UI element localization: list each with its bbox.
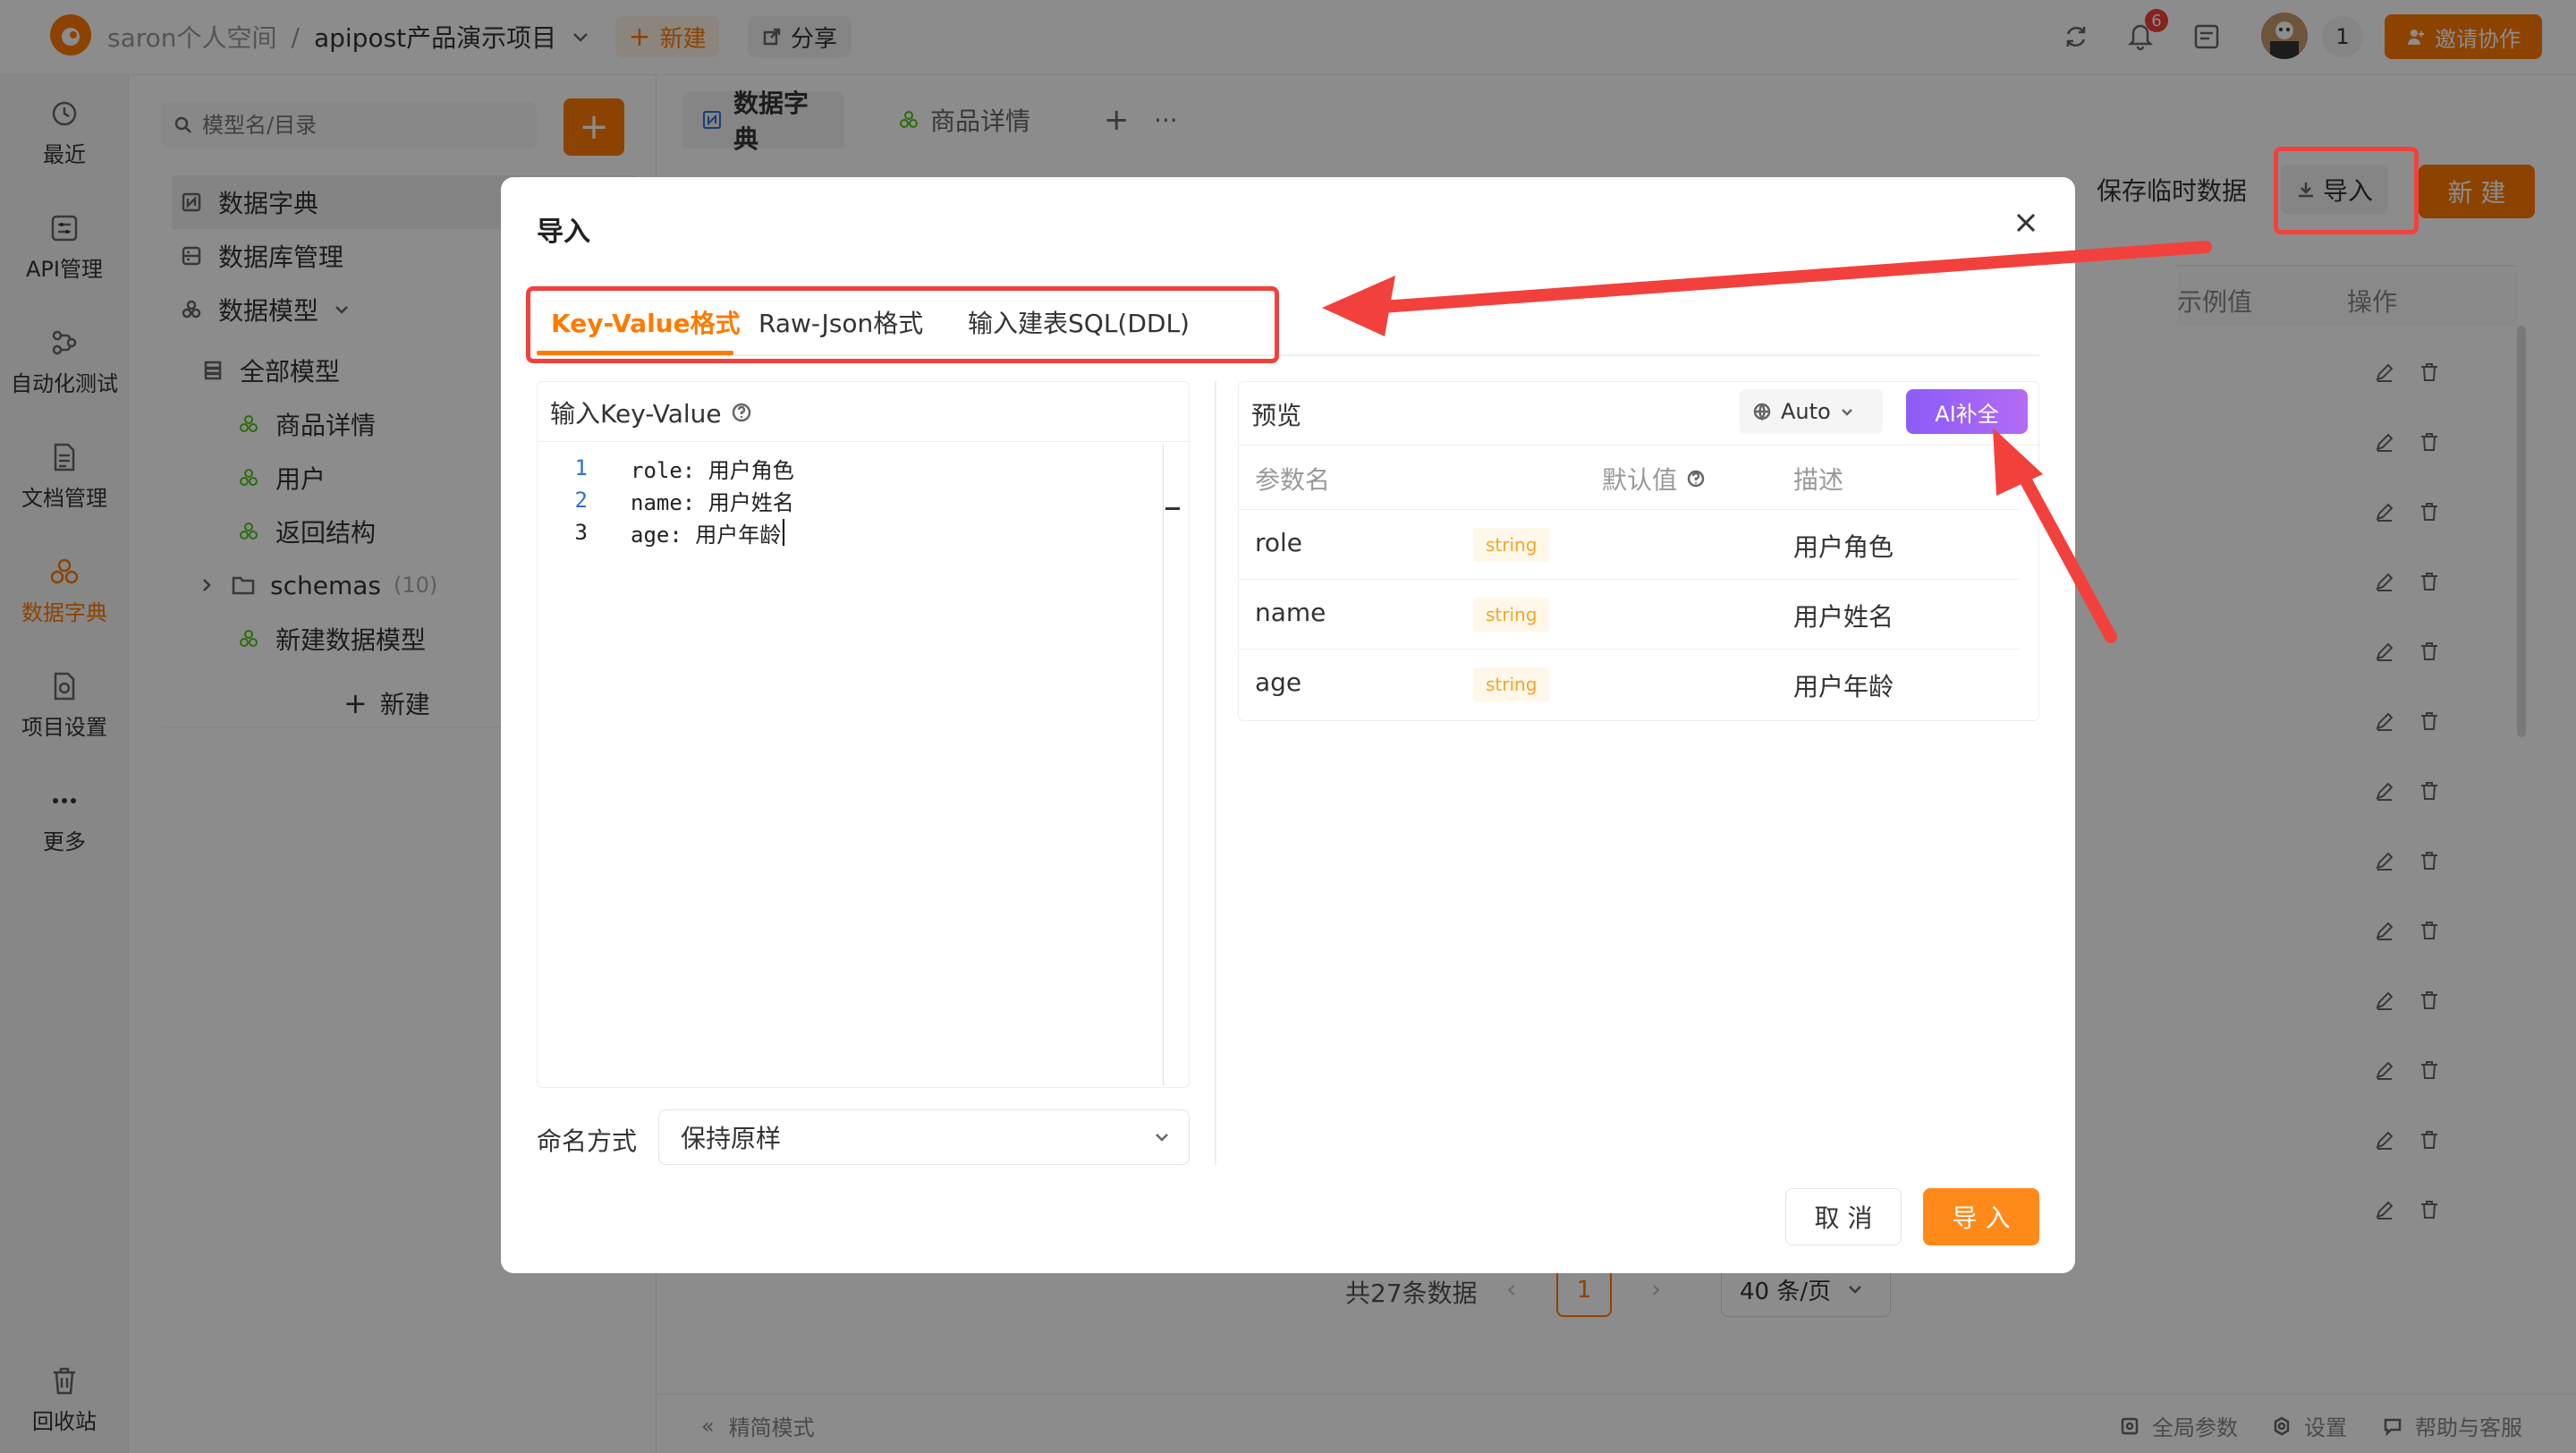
annotation-arrows — [1322, 241, 2212, 643]
